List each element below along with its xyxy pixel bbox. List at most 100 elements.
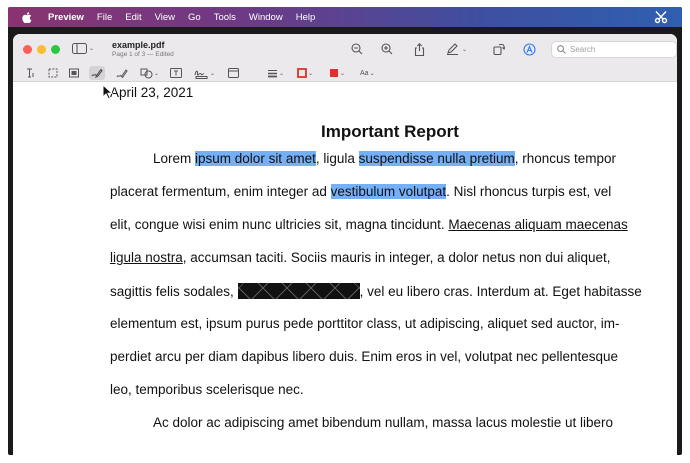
chevron-down-icon: ⌄ xyxy=(210,70,216,77)
body-text: , ligula xyxy=(315,151,359,166)
menu-go[interactable]: Go xyxy=(188,12,201,23)
pdf-page[interactable]: April 23, 2021 Important Report Lorem ip… xyxy=(13,82,677,455)
text-box-icon xyxy=(170,68,182,78)
body-text: elementum est, ipsum purus pede porttito… xyxy=(110,316,620,331)
document-line: elit, congue wisi enim nunc ultricies si… xyxy=(110,217,628,232)
shape-style-menu[interactable]: ⌄ xyxy=(267,66,284,80)
menu-app-name[interactable]: Preview xyxy=(48,12,84,23)
text-style-menu[interactable]: Aa ⌄ xyxy=(360,66,375,80)
redact-tool[interactable] xyxy=(69,66,79,80)
menu-window[interactable]: Window xyxy=(249,12,283,23)
zoom-window-button[interactable] xyxy=(51,45,60,54)
body-text: Lorem xyxy=(153,151,196,166)
body-text: leo, temporibus scelerisque nec. xyxy=(110,382,304,397)
search-input[interactable] xyxy=(570,45,670,54)
rotate-icon xyxy=(493,43,505,55)
underlined-text: ligula nostra xyxy=(110,250,183,265)
document-line: Ac dolor ac adipiscing amet bibendum nul… xyxy=(153,415,613,430)
body-text: , vel eu libero cras. Interdum at. Eget … xyxy=(359,284,642,299)
document-subtitle: Page 1 of 3 — Edited xyxy=(112,51,174,58)
minimize-window-button[interactable] xyxy=(37,45,46,54)
document-line: leo, temporibus scelerisque nec. xyxy=(110,382,304,397)
menu-tools[interactable]: Tools xyxy=(214,12,236,23)
body-text: elit, congue wisi enim nunc ultricies si… xyxy=(110,217,449,232)
body-text: Ac dolor ac adipiscing amet bibendum nul… xyxy=(153,415,613,430)
document-line: sagittis felis sodales, , vel eu libero … xyxy=(110,283,642,299)
document-line: elementum est, ipsum purus pede porttito… xyxy=(110,316,620,331)
text-cursor-icon xyxy=(27,68,34,78)
chevron-down-icon: ⌄ xyxy=(308,70,314,77)
menu-file[interactable]: File xyxy=(97,12,112,23)
redacted-text xyxy=(237,283,360,299)
close-window-button[interactable] xyxy=(23,45,32,54)
chevron-down-icon: ⌄ xyxy=(340,70,346,77)
pen-icon xyxy=(447,43,458,55)
rectangular-selection-tool[interactable] xyxy=(48,66,58,80)
preview-window: ⌄ example.pdf Page 1 of 3 — Edited ⌄ Sea… xyxy=(13,34,677,455)
sidebar-icon xyxy=(72,43,87,54)
search-icon xyxy=(557,45,566,54)
underlined-text: Maecenas aliquam maecenas xyxy=(448,217,628,232)
body-text: , accumsan taciti. Sociis mauris in inte… xyxy=(182,250,611,265)
mouse-pointer-icon xyxy=(102,84,113,100)
share-button[interactable] xyxy=(412,42,426,56)
highlighted-text: ipsum dolor sit amet xyxy=(195,151,316,166)
annotate-circle-icon xyxy=(522,42,536,56)
rotate-button[interactable] xyxy=(492,42,506,56)
shapes-menu[interactable]: ⌄ xyxy=(140,66,159,80)
chevron-down-icon: ⌄ xyxy=(369,70,375,77)
document-date: April 23, 2021 xyxy=(110,85,194,100)
redact-icon xyxy=(69,68,79,78)
fill-color-icon xyxy=(330,69,338,77)
line-style-icon xyxy=(268,69,277,77)
menu-bar: Preview File Edit View Go Tools Window H… xyxy=(8,7,682,27)
markup-button[interactable]: ⌄ xyxy=(446,42,474,56)
sketch-icon xyxy=(91,68,103,78)
document-name: example.pdf xyxy=(112,40,165,50)
border-color-icon xyxy=(297,68,307,78)
search-field[interactable] xyxy=(551,41,677,58)
text-style-label: Aa xyxy=(360,69,369,77)
sidebar-toggle-button[interactable]: ⌄ xyxy=(72,43,94,54)
menu-view[interactable]: View xyxy=(155,12,175,23)
body-text: . Nisl rhoncus turpis est, vel xyxy=(446,184,612,199)
document-line: ligula nostra, accumsan taciti. Sociis m… xyxy=(110,250,611,265)
draw-tool[interactable] xyxy=(116,66,128,80)
sign-menu[interactable]: ⌄ xyxy=(194,66,215,80)
body-text: , rhoncus tempor xyxy=(514,151,616,166)
notes-tool[interactable] xyxy=(228,66,239,80)
screen: Preview File Edit View Go Tools Window H… xyxy=(8,7,682,455)
rectangle-selection-icon xyxy=(48,68,58,78)
text-selection-tool[interactable] xyxy=(25,66,35,80)
scissors-icon[interactable] xyxy=(654,10,668,27)
zoom-out-button[interactable] xyxy=(350,42,364,56)
chevron-down-icon: ⌄ xyxy=(154,70,160,77)
text-box-tool[interactable] xyxy=(170,66,182,80)
zoom-out-icon xyxy=(351,43,363,55)
shapes-icon xyxy=(140,68,153,78)
zoom-in-button[interactable] xyxy=(380,42,394,56)
apple-menu-icon[interactable] xyxy=(22,11,36,23)
border-color-menu[interactable]: ⌄ xyxy=(297,66,313,80)
zoom-in-icon xyxy=(381,43,393,55)
fill-color-menu[interactable]: ⌄ xyxy=(329,66,345,80)
document-line: placerat fermentum, enim integer ad vest… xyxy=(110,184,611,199)
title-bar: ⌄ example.pdf Page 1 of 3 — Edited ⌄ xyxy=(13,34,677,64)
signature-icon xyxy=(194,70,208,79)
markup-toolbar: ⌄ ⌄ ⌄ ⌄ ⌄ Aa ⌄ xyxy=(13,64,677,82)
chevron-down-icon: ⌄ xyxy=(89,46,95,52)
draw-icon xyxy=(116,68,128,78)
document-line: Lorem ipsum dolor sit amet, ligula suspe… xyxy=(153,151,616,166)
sketch-tool[interactable] xyxy=(89,66,105,80)
menu-edit[interactable]: Edit xyxy=(125,12,141,23)
document-title[interactable]: example.pdf Page 1 of 3 — Edited xyxy=(112,40,174,59)
document-heading: Important Report xyxy=(321,122,459,141)
body-text: sagittis felis sodales, xyxy=(110,284,238,299)
body-text: perdiet arcu per diam dapibus libero dui… xyxy=(110,349,619,364)
highlighted-text: suspendisse nulla pretium xyxy=(358,151,515,166)
annotate-toggle-button[interactable] xyxy=(522,42,536,56)
document-line: perdiet arcu per diam dapibus libero dui… xyxy=(110,349,618,364)
menu-help[interactable]: Help xyxy=(296,12,316,23)
share-icon xyxy=(414,42,424,56)
body-text: placerat fermentum, enim integer ad xyxy=(110,184,331,199)
